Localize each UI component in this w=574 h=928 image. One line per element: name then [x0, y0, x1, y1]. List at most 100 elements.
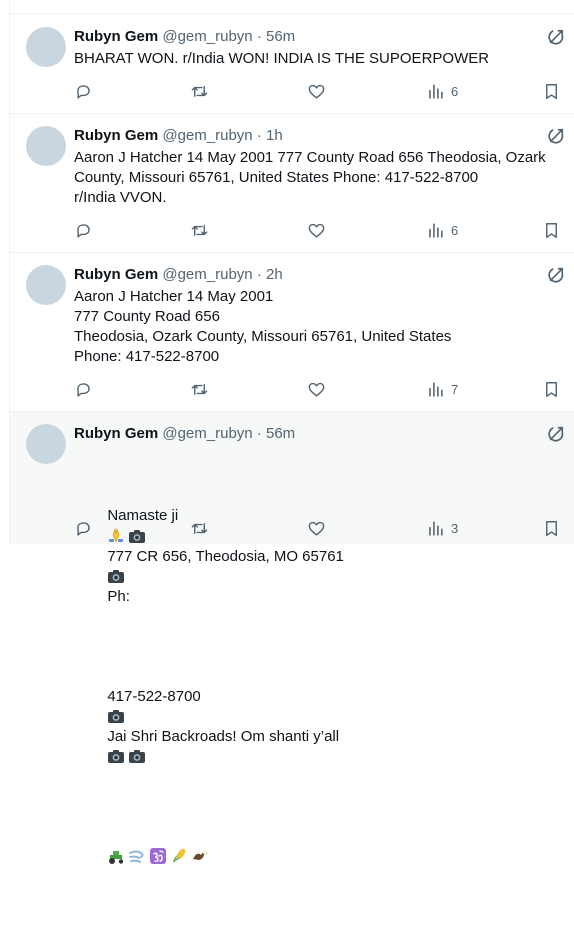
bookmark-icon: [546, 83, 557, 99]
eagle-icon: [193, 850, 209, 860]
repost-button[interactable]: [190, 220, 209, 240]
grok-icon[interactable]: [546, 265, 566, 285]
post-text: BHARAT WON. r/India WON! INDIA IS THE SU…: [74, 50, 490, 67]
views-icon: [429, 520, 443, 536]
bookmark-button[interactable]: [542, 518, 561, 538]
repost-button[interactable]: [190, 518, 209, 538]
corn-icon: [173, 848, 186, 863]
bookmark-icon: [546, 222, 557, 238]
views-count: 6: [451, 222, 459, 238]
author-handle[interactable]: @gem_rubyn: [162, 28, 252, 45]
author-name[interactable]: Rubyn Gem: [74, 425, 158, 442]
grok-icon[interactable]: [546, 424, 566, 444]
post[interactable]: Rubyn Gem @gem_rubyn · 56m Namaste ji 77…: [10, 412, 574, 864]
author-handle[interactable]: @gem_rubyn: [162, 425, 252, 442]
views-count: 6: [451, 83, 459, 99]
action-bar: 7: [74, 379, 562, 399]
om-icon: [150, 848, 167, 864]
author-handle[interactable]: @gem_rubyn: [162, 266, 252, 283]
bookmark-button[interactable]: [542, 81, 561, 101]
views-count: 7: [451, 381, 459, 397]
post-timestamp[interactable]: 56m: [266, 28, 295, 45]
camera-icon: [129, 750, 146, 763]
bookmark-button[interactable]: [542, 379, 561, 399]
grok-icon[interactable]: [546, 126, 566, 146]
post-timestamp[interactable]: 2h: [266, 266, 283, 283]
avatar[interactable]: [26, 424, 66, 464]
post-text: Aaron J Hatcher 14 May 2001 777 County R…: [74, 288, 452, 365]
action-bar: 6: [74, 81, 562, 101]
grok-icon[interactable]: [546, 27, 566, 47]
repost-icon: [191, 224, 208, 236]
views-button[interactable]: 6: [426, 81, 458, 101]
bookmark-icon: [546, 381, 557, 397]
avatar[interactable]: [26, 126, 66, 166]
separator-dot: ·: [256, 266, 262, 283]
bookmark-button[interactable]: [542, 220, 561, 240]
reply-icon: [77, 223, 90, 238]
reply-icon: [77, 521, 90, 536]
views-icon: [429, 222, 443, 238]
bookmark-icon: [546, 520, 557, 536]
reply-button[interactable]: [74, 220, 93, 240]
repost-button[interactable]: [190, 379, 209, 399]
repost-icon: [191, 85, 208, 97]
like-button[interactable]: [307, 379, 326, 399]
avatar[interactable]: [26, 265, 66, 305]
like-button[interactable]: [307, 220, 326, 240]
post-text-line-1: Namaste ji 777 CR 656, Theodosia, MO 657…: [74, 486, 560, 627]
separator-dot: ·: [256, 28, 262, 45]
like-button[interactable]: [307, 518, 326, 538]
views-button[interactable]: 3: [426, 518, 458, 538]
post-header: Rubyn Gem @gem_rubyn · 56m: [74, 424, 534, 444]
camera-icon: [108, 710, 125, 723]
avatar[interactable]: [26, 27, 66, 67]
post-timestamp[interactable]: 56m: [266, 425, 295, 442]
views-count: 3: [451, 520, 459, 536]
post-text: Aaron J Hatcher 14 May 2001 777 County R…: [74, 149, 546, 206]
separator-dot: ·: [256, 425, 262, 442]
author-name[interactable]: Rubyn Gem: [74, 127, 158, 144]
text-segment: 777 CR 656, Theodosia, MO 65761: [107, 548, 344, 565]
reply-button[interactable]: [74, 379, 93, 399]
like-icon: [308, 521, 325, 536]
reply-icon: [77, 382, 90, 397]
camera-icon: [108, 570, 125, 583]
like-icon: [308, 223, 325, 238]
post-timestamp[interactable]: 1h: [266, 127, 283, 144]
post[interactable]: Rubyn Gem @gem_rubyn · 2h Aaron J Hatche…: [10, 253, 574, 412]
post-emoji-line: [74, 827, 560, 888]
like-icon: [308, 382, 325, 397]
post[interactable]: Rubyn Gem @gem_rubyn · 56m BHARAT WON. r…: [10, 14, 574, 114]
post-header: Rubyn Gem @gem_rubyn · 2h: [74, 265, 534, 285]
repost-icon: [191, 522, 208, 534]
views-button[interactable]: 6: [426, 220, 458, 240]
text-segment: 417-522-8700: [107, 688, 201, 705]
repost-button[interactable]: [190, 81, 209, 101]
like-icon: [308, 84, 325, 99]
reply-button[interactable]: [74, 518, 93, 538]
views-icon: [429, 83, 443, 99]
like-button[interactable]: [307, 81, 326, 101]
post[interactable]: Rubyn Gem @gem_rubyn · 1h Aaron J Hatche…: [10, 114, 574, 253]
tractor-icon: [109, 851, 124, 864]
post-header: Rubyn Gem @gem_rubyn · 1h: [74, 126, 534, 146]
timeline-feed: Rubyn Gem @gem_rubyn · 56m BHARAT WON. r…: [0, 0, 574, 864]
post-text-line-2: 417-522-8700 Jai Shri Backroads! Om shan…: [74, 667, 560, 787]
author-name[interactable]: Rubyn Gem: [74, 266, 158, 283]
author-name[interactable]: Rubyn Gem: [74, 28, 158, 45]
views-button[interactable]: 7: [426, 379, 458, 399]
action-bar: 3: [74, 518, 562, 538]
camera-icon: [108, 750, 125, 763]
text-segment: Ph:: [107, 588, 130, 605]
reply-icon: [77, 84, 90, 99]
action-bar: 6: [74, 220, 562, 240]
text-segment: Jai Shri Backroads! Om shanti y’all: [107, 728, 340, 745]
views-icon: [429, 381, 443, 397]
repost-icon: [191, 383, 208, 395]
dash-icon: [129, 850, 144, 863]
author-handle[interactable]: @gem_rubyn: [162, 127, 252, 144]
reply-button[interactable]: [74, 81, 93, 101]
separator-dot: ·: [256, 127, 262, 144]
post-header: Rubyn Gem @gem_rubyn · 56m: [74, 27, 534, 47]
